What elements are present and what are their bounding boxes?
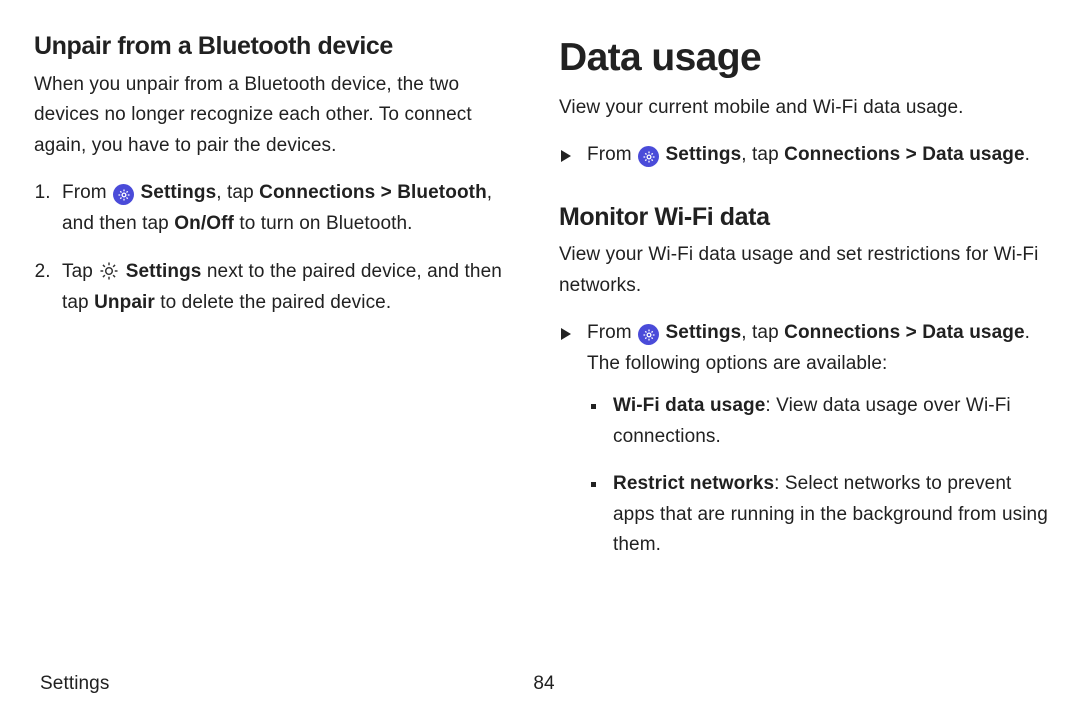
nav-path: Connections > Bluetooth — [259, 182, 487, 203]
unpair-heading: Unpair from a Bluetooth device — [34, 26, 523, 67]
text: , tap — [741, 322, 784, 343]
settings-app-icon — [638, 324, 659, 345]
settings-label: Settings — [666, 322, 742, 343]
option-label: Wi-Fi data usage — [613, 395, 765, 416]
monitor-wifi-intro: View your Wi-Fi data usage and set restr… — [559, 240, 1048, 302]
text: to turn on Bluetooth. — [234, 213, 413, 234]
step-1: From Settings, tap Connections > Bluetoo… — [56, 178, 523, 240]
instruction-list: From Settings, tap Connections > Data us… — [559, 140, 1048, 171]
footer-section: Settings — [40, 669, 109, 700]
settings-app-icon — [638, 146, 659, 167]
text: From — [587, 144, 637, 165]
text: From — [62, 182, 112, 203]
text: From — [587, 322, 637, 343]
option-label: Restrict networks — [613, 473, 774, 494]
settings-label: Settings — [666, 144, 742, 165]
text: Tap — [62, 261, 98, 282]
two-column-layout: Unpair from a Bluetooth device When you … — [34, 26, 1048, 577]
instruction-item: From Settings, tap Connections > Data us… — [559, 140, 1048, 171]
text: to delete the paired device. — [155, 292, 391, 313]
text: , tap — [216, 182, 259, 203]
footer-page-number: 84 — [533, 669, 554, 700]
data-usage-title: Data usage — [559, 26, 1048, 89]
unpair-label: Unpair — [94, 292, 155, 313]
nav-path: Connections > Data usage — [784, 322, 1024, 343]
instruction-list: From Settings, tap Connections > Data us… — [559, 318, 1048, 561]
settings-label: Settings — [126, 261, 202, 282]
right-column: Data usage View your current mobile and … — [559, 26, 1048, 577]
unpair-steps: From Settings, tap Connections > Bluetoo… — [34, 178, 523, 319]
settings-app-icon — [113, 184, 134, 205]
option-item: Wi-Fi data usage: View data usage over W… — [587, 391, 1048, 453]
option-item: Restrict networks: Select networks to pr… — [587, 469, 1048, 561]
page-footer: Settings 84 — [40, 669, 1048, 700]
option-list: Wi-Fi data usage: View data usage over W… — [587, 391, 1048, 561]
text: , tap — [741, 144, 784, 165]
unpair-intro: When you unpair from a Bluetooth device,… — [34, 70, 523, 162]
text: . — [1025, 144, 1030, 165]
data-usage-intro: View your current mobile and Wi-Fi data … — [559, 93, 1048, 124]
monitor-wifi-heading: Monitor Wi-Fi data — [559, 197, 1048, 238]
step-2: Tap Settings next to the paired device, … — [56, 257, 523, 319]
settings-label: Settings — [141, 182, 217, 203]
onoff-label: On/Off — [174, 213, 234, 234]
left-column: Unpair from a Bluetooth device When you … — [34, 26, 523, 577]
nav-path: Connections > Data usage — [784, 144, 1024, 165]
instruction-item: From Settings, tap Connections > Data us… — [559, 318, 1048, 561]
cog-icon — [98, 260, 120, 282]
